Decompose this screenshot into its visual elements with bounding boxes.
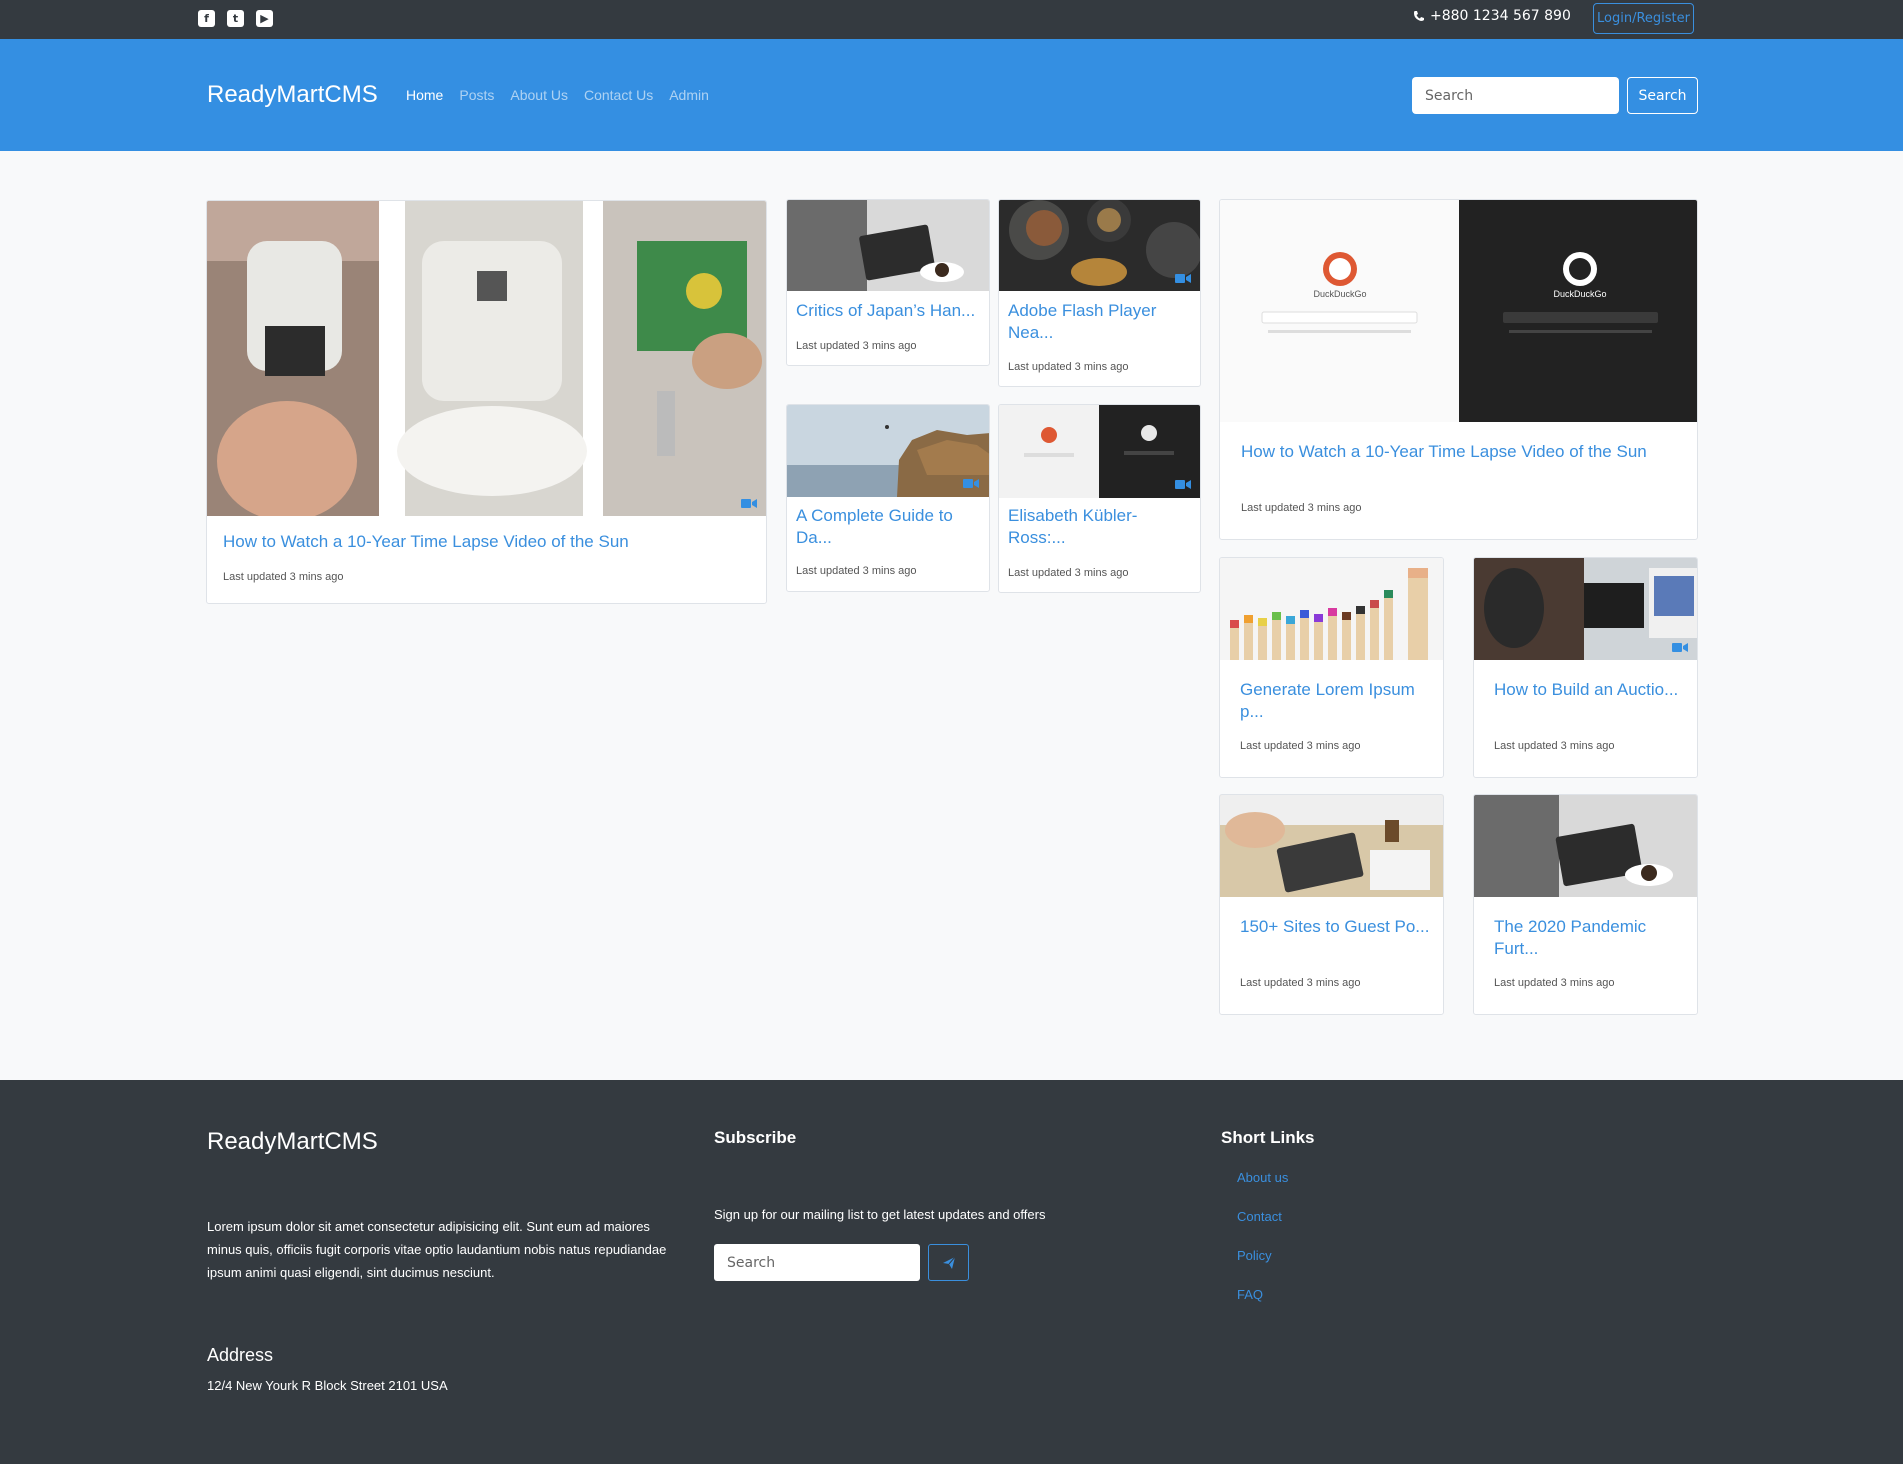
post-title[interactable]: Elisabeth Kübler-Ross:... — [1008, 505, 1193, 549]
post-meta: Last updated 3 mins ago — [1008, 567, 1129, 579]
footer-address: 12/4 New Yourk R Block Street 2101 USA — [207, 1378, 448, 1393]
subscribe-button[interactable] — [928, 1244, 969, 1281]
post-thumbnail — [787, 405, 989, 497]
phone-icon — [1414, 11, 1424, 21]
social-links: f t ▶ — [198, 10, 273, 27]
footer-subscribe-text: Sign up for our mailing list to get late… — [714, 1207, 1046, 1222]
footer-link-contact[interactable]: Contact — [1237, 1209, 1288, 1227]
footer-brand[interactable]: ReadyMartCMS — [207, 1128, 378, 1156]
post-title[interactable]: How to Watch a 10-Year Time Lapse Video … — [1241, 441, 1681, 463]
phone-number: +880 1234 567 890 — [1413, 8, 1571, 24]
post-title[interactable]: Generate Lorem Ipsum p... — [1240, 679, 1430, 723]
post-card[interactable]: Critics of Japan’s Han... Last updated 3… — [786, 199, 990, 366]
navbar: ReadyMartCMS Home Posts About Us Contact… — [0, 39, 1903, 151]
video-icon — [1175, 274, 1191, 283]
video-icon — [1672, 643, 1688, 652]
post-title[interactable]: Critics of Japan’s Han... — [796, 300, 986, 322]
post-meta: Last updated 3 mins ago — [1008, 361, 1129, 373]
post-thumbnail — [999, 200, 1200, 291]
footer-link-about[interactable]: About us — [1237, 1170, 1288, 1188]
nav-search-input[interactable]: Search — [1412, 77, 1619, 114]
nav-about-us[interactable]: About Us — [510, 87, 568, 103]
paper-plane-icon — [942, 1256, 955, 1269]
site-brand[interactable]: ReadyMartCMS — [207, 81, 378, 109]
footer-address-heading: Address — [207, 1345, 274, 1365]
top-bar: f t ▶ +880 1234 567 890 Login/Register — [0, 0, 1903, 39]
post-meta: Last updated 3 mins ago — [1241, 502, 1362, 514]
video-icon — [741, 499, 757, 508]
footer-link-faq[interactable]: FAQ — [1237, 1287, 1288, 1305]
nav-home[interactable]: Home — [406, 87, 443, 103]
post-meta: Last updated 3 mins ago — [796, 565, 917, 577]
video-icon — [1175, 480, 1191, 489]
login-register-button[interactable]: Login/Register — [1593, 3, 1694, 34]
post-title[interactable]: 150+ Sites to Guest Po... — [1240, 916, 1430, 938]
post-title[interactable]: How to Watch a 10-Year Time Lapse Video … — [223, 531, 753, 553]
post-card[interactable]: Adobe Flash Player Nea... Last updated 3… — [998, 199, 1201, 387]
post-thumbnail — [207, 201, 766, 516]
phone-text: +880 1234 567 890 — [1430, 8, 1571, 24]
post-card-featured[interactable]: DuckDuckGo DuckDuckGo How to Watch a 10-… — [1219, 199, 1698, 540]
nav-admin[interactable]: Admin — [669, 87, 709, 103]
post-meta: Last updated 3 mins ago — [223, 571, 344, 583]
nav-search-button[interactable]: Search — [1627, 77, 1698, 114]
post-meta: Last updated 3 mins ago — [1240, 740, 1361, 752]
post-card-featured[interactable]: How to Watch a 10-Year Time Lapse Video … — [206, 200, 767, 604]
post-thumbnail — [1474, 795, 1697, 897]
footer-about-text: Lorem ipsum dolor sit amet consectetur a… — [207, 1219, 667, 1280]
youtube-icon[interactable]: ▶ — [256, 10, 273, 27]
post-thumbnail — [1220, 795, 1443, 897]
video-icon — [963, 479, 979, 488]
post-meta: Last updated 3 mins ago — [1494, 977, 1615, 989]
post-card[interactable]: How to Build an Auctio... Last updated 3… — [1473, 557, 1698, 778]
footer-subscribe-heading: Subscribe — [714, 1128, 797, 1147]
duckduckgo-light-label: DuckDuckGo — [1313, 289, 1367, 299]
post-meta: Last updated 3 mins ago — [796, 340, 917, 352]
footer-links: About us Contact Policy FAQ — [1237, 1170, 1288, 1326]
post-meta: Last updated 3 mins ago — [1494, 740, 1615, 752]
nav-posts[interactable]: Posts — [459, 87, 494, 103]
post-thumbnail — [1220, 558, 1443, 660]
footer-link-policy[interactable]: Policy — [1237, 1248, 1288, 1266]
post-thumbnail — [1474, 558, 1697, 660]
subscribe-input[interactable]: Search — [714, 1244, 920, 1281]
post-title[interactable]: A Complete Guide to Da... — [796, 505, 981, 549]
facebook-icon[interactable]: f — [198, 10, 215, 27]
footer: ReadyMartCMS Lorem ipsum dolor sit amet … — [0, 1080, 1903, 1464]
post-title[interactable]: Adobe Flash Player Nea... — [1008, 300, 1193, 344]
nav-contact-us[interactable]: Contact Us — [584, 87, 653, 103]
post-card[interactable]: The 2020 Pandemic Furt... Last updated 3… — [1473, 794, 1698, 1015]
post-card[interactable]: Generate Lorem Ipsum p... Last updated 3… — [1219, 557, 1444, 778]
post-card[interactable]: A Complete Guide to Da... Last updated 3… — [786, 404, 990, 592]
post-meta: Last updated 3 mins ago — [1240, 977, 1361, 989]
post-card[interactable]: 150+ Sites to Guest Po... Last updated 3… — [1219, 794, 1444, 1015]
post-thumbnail — [999, 405, 1200, 498]
duckduckgo-dark-label: DuckDuckGo — [1553, 289, 1607, 299]
footer-links-heading: Short Links — [1221, 1128, 1315, 1147]
post-title[interactable]: The 2020 Pandemic Furt... — [1494, 916, 1684, 960]
twitter-icon[interactable]: t — [227, 10, 244, 27]
post-thumbnail — [787, 200, 989, 291]
post-card[interactable]: Elisabeth Kübler-Ross:... Last updated 3… — [998, 404, 1201, 593]
post-title[interactable]: How to Build an Auctio... — [1494, 679, 1684, 701]
post-thumbnail: DuckDuckGo DuckDuckGo — [1220, 200, 1697, 422]
nav-links: Home Posts About Us Contact Us Admin — [406, 87, 725, 103]
